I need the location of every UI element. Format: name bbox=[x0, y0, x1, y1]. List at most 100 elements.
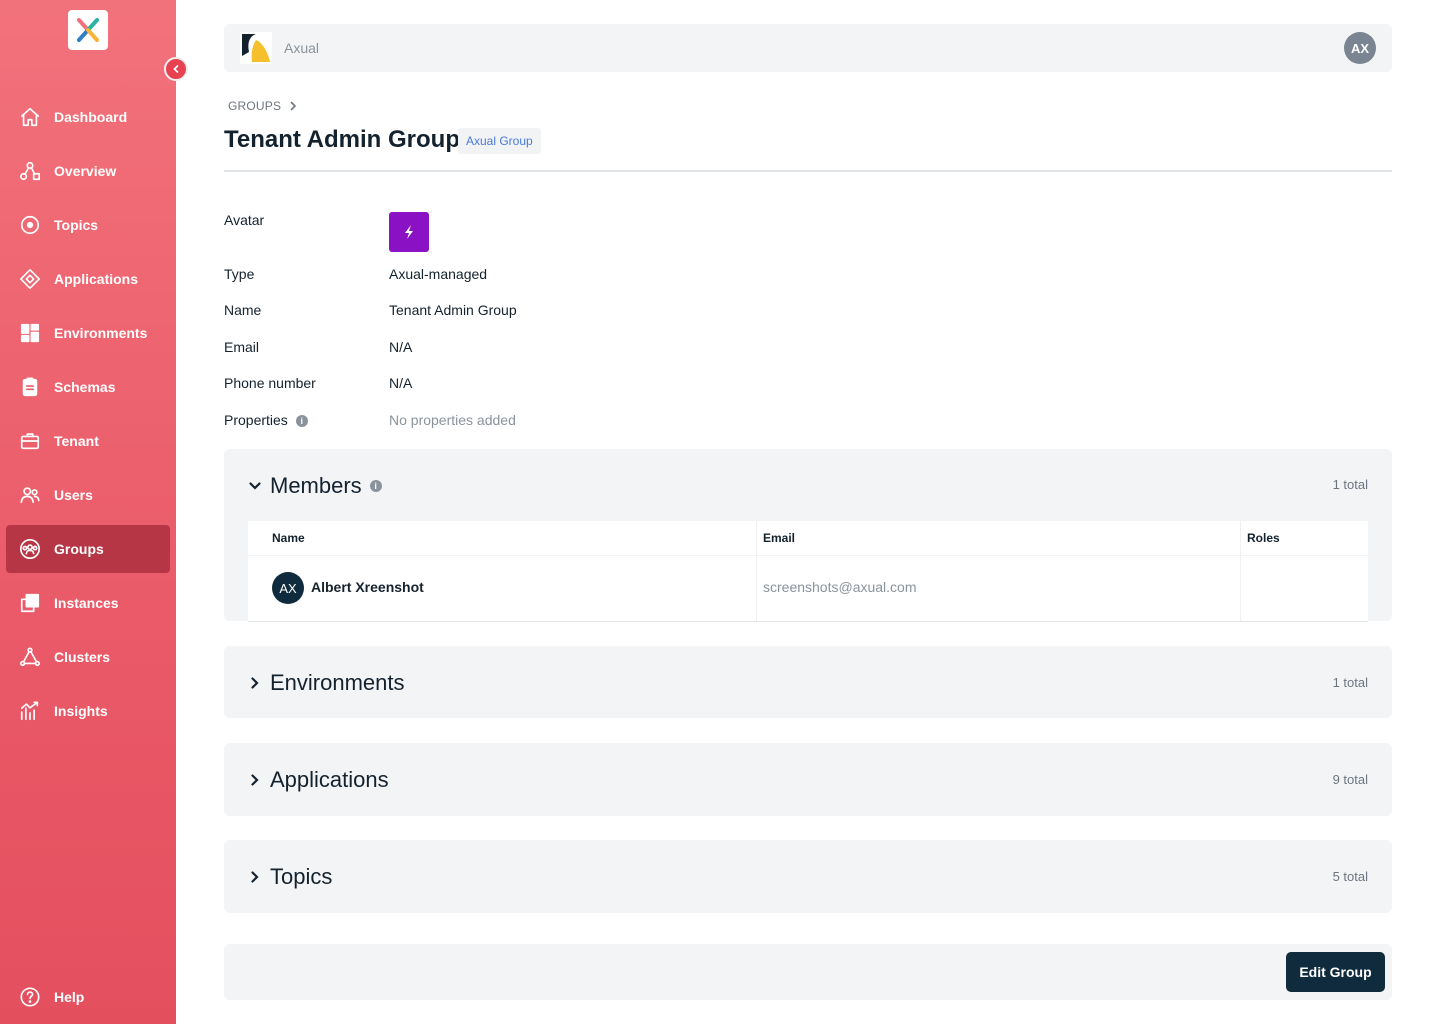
sidebar-item-dashboard[interactable]: Dashboard bbox=[6, 93, 170, 141]
environments-count: 1 total bbox=[1332, 675, 1368, 690]
tenant-icon bbox=[18, 429, 42, 453]
sidebar-item-groups[interactable]: Groups bbox=[6, 525, 170, 573]
sidebar-item-label: Environments bbox=[54, 325, 148, 341]
sidebar-item-help[interactable]: Help bbox=[6, 973, 170, 1021]
chevron-left-icon bbox=[173, 65, 179, 73]
sidebar-item-label: Schemas bbox=[54, 379, 116, 395]
sidebar-item-clusters[interactable]: Clusters bbox=[6, 633, 170, 681]
instances-icon bbox=[18, 591, 42, 615]
sidebar-item-insights[interactable]: Insights bbox=[6, 687, 170, 735]
tenant-logo-icon[interactable] bbox=[240, 32, 272, 64]
column-header-email[interactable]: Email bbox=[763, 531, 795, 545]
axual-logo[interactable] bbox=[68, 10, 108, 50]
type-value: Axual-managed bbox=[389, 266, 488, 282]
members-header[interactable]: Members i bbox=[248, 473, 382, 499]
applications-title: Applications bbox=[270, 767, 389, 792]
axual-logo-icon bbox=[77, 18, 99, 42]
overview-icon bbox=[18, 159, 42, 183]
group-avatar bbox=[389, 212, 429, 252]
chevron-right-icon bbox=[248, 870, 262, 884]
name-value: Tenant Admin Group bbox=[389, 302, 517, 318]
members-title: Members bbox=[270, 473, 362, 498]
chevron-right-icon bbox=[290, 101, 297, 111]
member-name[interactable]: Albert Xreenshot bbox=[311, 579, 424, 595]
topics-header[interactable]: Topics bbox=[248, 864, 332, 890]
breadcrumb: GROUPS bbox=[228, 99, 297, 113]
column-divider bbox=[1240, 521, 1241, 621]
sidebar-item-overview[interactable]: Overview bbox=[6, 147, 170, 195]
sidebar-item-tenant[interactable]: Tenant bbox=[6, 417, 170, 465]
lightning-icon bbox=[405, 225, 413, 239]
chevron-right-icon bbox=[248, 773, 262, 787]
member-email: screenshots@axual.com bbox=[763, 579, 917, 595]
top-bar: Axual AX bbox=[224, 24, 1392, 72]
user-avatar[interactable]: AX bbox=[1344, 32, 1376, 64]
properties-label-row: Properties i bbox=[224, 412, 308, 428]
sidebar-item-topics[interactable]: Topics bbox=[6, 201, 170, 249]
groups-icon bbox=[18, 537, 42, 561]
applications-section[interactable]: Applications 9 total bbox=[224, 743, 1392, 816]
sidebar-item-label: Help bbox=[54, 989, 85, 1005]
action-bar: Edit Group bbox=[224, 944, 1392, 1000]
applications-header[interactable]: Applications bbox=[248, 767, 389, 793]
sidebar-item-label: Applications bbox=[54, 271, 139, 287]
column-header-roles[interactable]: Roles bbox=[1247, 531, 1280, 545]
sidebar-item-label: Tenant bbox=[54, 433, 99, 449]
sidebar-item-label: Users bbox=[54, 487, 93, 503]
sidebar-item-label: Topics bbox=[54, 217, 99, 233]
phone-value: N/A bbox=[389, 375, 413, 391]
environments-header[interactable]: Environments bbox=[248, 670, 405, 696]
chevron-right-icon bbox=[248, 676, 262, 690]
sidebar-item-label: Dashboard bbox=[54, 109, 128, 125]
users-icon bbox=[18, 483, 42, 507]
sidebar-item-applications[interactable]: Applications bbox=[6, 255, 170, 303]
sidebar-item-label: Insights bbox=[54, 703, 108, 719]
environments-section[interactable]: Environments 1 total bbox=[224, 646, 1392, 718]
group-type-badge: Axual Group bbox=[458, 128, 541, 154]
topics-title: Topics bbox=[270, 864, 333, 889]
members-count: 1 total bbox=[1332, 477, 1368, 492]
name-label: Name bbox=[224, 302, 262, 318]
info-icon[interactable]: i bbox=[369, 480, 382, 492]
properties-label: Properties bbox=[224, 412, 288, 428]
info-icon[interactable]: i bbox=[295, 415, 308, 428]
properties-value: No properties added bbox=[389, 412, 516, 428]
insights-icon bbox=[18, 699, 42, 723]
applications-count: 9 total bbox=[1332, 772, 1368, 787]
tenant-name: Axual bbox=[284, 40, 320, 56]
sidebar-item-instances[interactable]: Instances bbox=[6, 579, 170, 627]
page-title: Tenant Admin Group bbox=[224, 126, 460, 153]
column-header-name[interactable]: Name bbox=[272, 531, 305, 545]
clusters-icon bbox=[18, 645, 42, 669]
sidebar-item-label: Overview bbox=[54, 163, 117, 179]
environments-title: Environments bbox=[270, 670, 405, 695]
column-divider bbox=[756, 521, 757, 621]
table-header-divider bbox=[248, 555, 1368, 556]
help-icon bbox=[18, 985, 42, 1009]
phone-label: Phone number bbox=[224, 375, 316, 391]
sidebar-item-environments[interactable]: Environments bbox=[6, 309, 170, 357]
sidebar-item-label: Clusters bbox=[54, 649, 111, 665]
topics-count: 5 total bbox=[1332, 869, 1368, 884]
sidebar-item-users[interactable]: Users bbox=[6, 471, 170, 519]
chevron-down-icon bbox=[248, 479, 262, 493]
members-table: Name Email Roles AX Albert Xreenshot scr… bbox=[248, 521, 1368, 622]
sidebar-item-label: Groups bbox=[54, 541, 104, 557]
collapse-sidebar-button[interactable] bbox=[164, 57, 188, 81]
topics-icon bbox=[18, 213, 42, 237]
environments-icon bbox=[18, 321, 42, 345]
sidebar-item-label: Instances bbox=[54, 595, 119, 611]
topics-section[interactable]: Topics 5 total bbox=[224, 840, 1392, 913]
member-avatar: AX bbox=[272, 572, 304, 604]
sidebar-item-schemas[interactable]: Schemas bbox=[6, 363, 170, 411]
email-value: N/A bbox=[389, 339, 413, 355]
email-label: Email bbox=[224, 339, 260, 355]
type-label: Type bbox=[224, 266, 255, 282]
avatar-label: Avatar bbox=[224, 212, 265, 228]
breadcrumb-groups-link[interactable]: GROUPS bbox=[228, 99, 281, 113]
header-divider bbox=[224, 170, 1392, 172]
edit-group-button[interactable]: Edit Group bbox=[1286, 952, 1385, 992]
schemas-icon bbox=[18, 375, 42, 399]
applications-icon bbox=[18, 267, 42, 291]
sidebar: Dashboard Overview Topics Applications E… bbox=[0, 0, 188, 1024]
